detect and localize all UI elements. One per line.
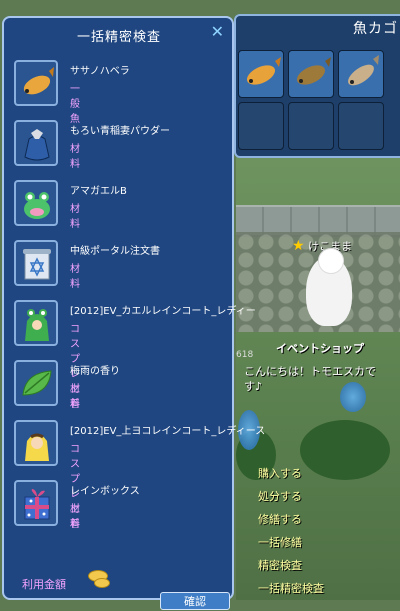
star-icon: ★ <box>292 238 305 254</box>
scroll-icon <box>23 249 51 280</box>
item-name: もろい青稲妻パウダー <box>70 126 170 137</box>
confirm-button[interactable]: 確認 <box>160 592 230 610</box>
basket-slot[interactable] <box>288 50 334 98</box>
item-type: 材料 <box>70 204 80 230</box>
item-name: レインボックス <box>70 486 140 497</box>
menu-inspect[interactable]: 精密検査 <box>258 558 324 581</box>
item-name: ササノハベラ <box>70 66 130 77</box>
chick-raincoat-icon <box>25 433 49 461</box>
menu-inspect-all[interactable]: 一括精密検査 <box>258 581 324 604</box>
item-name: [2012]EV_カエルレインコート_レディー <box>70 306 256 317</box>
item-name: 中級ポータル注文書 <box>70 246 160 257</box>
basket-slot[interactable] <box>238 50 284 98</box>
frog-raincoat-icon <box>25 309 49 341</box>
powder-bag-icon <box>24 129 50 161</box>
item-type: 材料 <box>70 504 80 530</box>
item-slot[interactable] <box>14 120 58 166</box>
menu-buy[interactable]: 購入する <box>258 466 324 489</box>
item-type: 材料 <box>70 264 80 290</box>
item-slot[interactable] <box>14 300 58 346</box>
item-slot[interactable] <box>14 420 58 466</box>
basket-slot[interactable] <box>288 102 334 150</box>
item-slot[interactable] <box>14 60 58 106</box>
fish-basket-window: 魚カゴ <box>234 14 400 158</box>
item-slot[interactable] <box>14 180 58 226</box>
fee-label: 利用金額 <box>22 578 66 591</box>
item-slot[interactable] <box>14 240 58 286</box>
gold-coin-icon <box>94 578 110 588</box>
item-name: 梅雨の香り <box>70 366 120 377</box>
item-type: 材料 <box>70 144 80 170</box>
item-slot[interactable] <box>14 360 58 406</box>
basket-slot[interactable] <box>238 102 284 150</box>
shop-id: 618 <box>236 350 254 360</box>
item-name: アマガエルB <box>70 186 127 197</box>
close-icon[interactable]: ✕ <box>211 22 224 41</box>
fish-icon <box>246 57 281 85</box>
fish-icon <box>348 55 379 86</box>
bulk-inspection-window: 一括精密検査 ✕ ササノハベラ 一般魚 もろい青稲妻パウダー 材料 アマガエルB… <box>2 16 265 610</box>
leaf-icon <box>22 370 52 396</box>
item-type: 材料 <box>70 384 80 410</box>
menu-repair-all[interactable]: 一括修繕 <box>258 535 324 558</box>
window-title: 一括精密検査 <box>76 30 161 45</box>
basket-slot[interactable] <box>338 50 384 98</box>
frog-icon <box>24 192 50 219</box>
fish-icon <box>296 57 331 85</box>
menu-sell[interactable]: 処分する <box>258 489 324 512</box>
item-type: 一般魚 <box>70 84 80 125</box>
item-name: [2012]EV_上ヨコレインコート_レディース <box>70 426 266 437</box>
shop-greeting: こんにちは！トモエスカです♪ <box>244 365 376 393</box>
basket-slot[interactable] <box>338 102 384 150</box>
npc-head <box>318 248 344 274</box>
fish-icon <box>23 67 54 95</box>
shop-title: イベントショップ <box>276 342 364 355</box>
item-slot[interactable] <box>14 480 58 526</box>
shop-menu: 購入する 処分する 修繕する 一括修繕 精密検査 一括精密検査 <box>258 466 324 604</box>
basket-grid <box>238 50 384 150</box>
gift-box-icon <box>24 489 50 520</box>
menu-repair[interactable]: 修繕する <box>258 512 324 535</box>
basket-title: 魚カゴ <box>353 21 398 37</box>
